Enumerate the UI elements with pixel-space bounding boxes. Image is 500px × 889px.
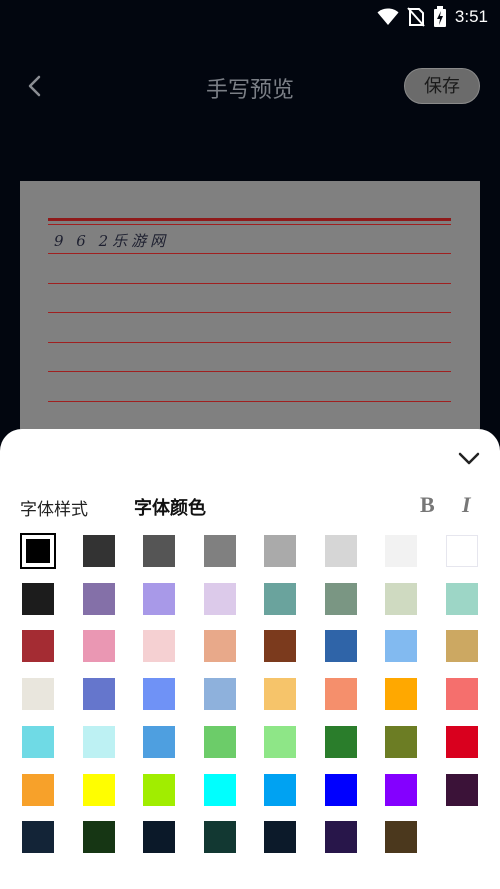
color-swatch[interactable] xyxy=(324,773,357,806)
ruled-line xyxy=(48,401,451,402)
color-swatch[interactable] xyxy=(143,725,175,758)
color-swatch[interactable] xyxy=(203,773,236,806)
color-swatch[interactable] xyxy=(445,630,478,663)
color-swatch[interactable] xyxy=(385,678,417,711)
color-swatch[interactable] xyxy=(143,678,175,711)
color-swatch[interactable] xyxy=(445,582,478,615)
ruled-line xyxy=(48,224,451,225)
color-swatch[interactable] xyxy=(82,725,115,758)
color-swatch[interactable] xyxy=(445,773,478,806)
color-swatch[interactable] xyxy=(264,821,296,854)
color-swatch[interactable] xyxy=(203,725,236,758)
bold-button[interactable]: B xyxy=(420,492,435,518)
preview-text: 9 6 2乐游网 xyxy=(54,232,170,250)
collapse-button[interactable] xyxy=(456,447,482,469)
color-swatch[interactable] xyxy=(324,535,357,567)
status-time: 3:51 xyxy=(454,7,488,26)
color-swatch[interactable] xyxy=(385,773,417,806)
color-swatch[interactable] xyxy=(264,582,296,615)
color-swatch[interactable] xyxy=(385,821,417,854)
color-swatch[interactable] xyxy=(445,535,478,567)
color-swatch[interactable] xyxy=(22,582,54,615)
color-swatch[interactable] xyxy=(22,725,54,758)
color-swatch[interactable] xyxy=(143,821,175,854)
handwriting-preview: 9 6 2乐游网 xyxy=(20,181,480,441)
ruled-line xyxy=(48,312,451,313)
font-options-sheet: 字体样式 字体颜色 B I xyxy=(0,429,500,889)
ruled-line xyxy=(48,218,451,221)
color-swatch[interactable] xyxy=(324,725,357,758)
status-bar: 3:51 xyxy=(0,0,500,36)
ruled-line xyxy=(48,371,451,372)
color-swatch[interactable] xyxy=(20,533,56,569)
color-swatch[interactable] xyxy=(385,725,417,758)
ruled-line xyxy=(48,342,451,343)
color-swatch[interactable] xyxy=(82,582,115,615)
color-swatch[interactable] xyxy=(22,773,54,806)
color-swatch[interactable] xyxy=(264,678,296,711)
tab-font-color[interactable]: 字体颜色 xyxy=(134,494,206,520)
battery-charging-icon xyxy=(433,6,446,27)
color-swatch[interactable] xyxy=(82,821,115,854)
color-swatch[interactable] xyxy=(22,821,54,854)
color-swatch[interactable] xyxy=(324,821,357,854)
italic-button[interactable]: I xyxy=(462,492,471,518)
color-swatch[interactable] xyxy=(264,725,296,758)
color-swatch[interactable] xyxy=(143,535,175,567)
top-bar: 手写预览 保存 xyxy=(0,62,500,110)
color-swatch[interactable] xyxy=(203,821,236,854)
wifi-icon xyxy=(377,8,399,25)
option-tabs: 字体样式 字体颜色 B I xyxy=(20,492,480,521)
color-swatch[interactable] xyxy=(143,773,175,806)
color-swatch[interactable] xyxy=(324,630,357,663)
status-icons: 3:51 xyxy=(377,6,488,28)
color-swatch[interactable] xyxy=(82,630,115,663)
color-swatch[interactable] xyxy=(385,582,417,615)
color-swatch[interactable] xyxy=(264,773,296,806)
color-swatch[interactable] xyxy=(324,582,357,615)
color-swatch[interactable] xyxy=(203,535,236,567)
color-swatch[interactable] xyxy=(203,630,236,663)
color-swatch[interactable] xyxy=(264,630,296,663)
chevron-down-icon xyxy=(458,452,480,465)
ruled-line xyxy=(48,253,451,254)
color-swatch[interactable] xyxy=(82,773,115,806)
color-swatch[interactable] xyxy=(82,535,115,567)
tab-font-style[interactable]: 字体样式 xyxy=(20,495,88,520)
color-swatch[interactable] xyxy=(445,678,478,711)
color-swatch[interactable] xyxy=(203,678,236,711)
color-swatch[interactable] xyxy=(324,678,357,711)
color-swatch[interactable] xyxy=(143,582,175,615)
color-swatch[interactable] xyxy=(445,725,478,758)
color-swatch[interactable] xyxy=(264,535,296,567)
color-swatch[interactable] xyxy=(385,535,417,567)
color-swatch[interactable] xyxy=(203,582,236,615)
no-sim-icon xyxy=(407,7,425,27)
color-swatch[interactable] xyxy=(82,678,115,711)
color-swatch[interactable] xyxy=(22,678,54,711)
color-swatch[interactable] xyxy=(22,630,54,663)
ruled-line xyxy=(48,283,451,284)
color-swatch[interactable] xyxy=(143,630,175,663)
color-swatch[interactable] xyxy=(385,630,417,663)
save-button[interactable]: 保存 xyxy=(404,68,480,104)
